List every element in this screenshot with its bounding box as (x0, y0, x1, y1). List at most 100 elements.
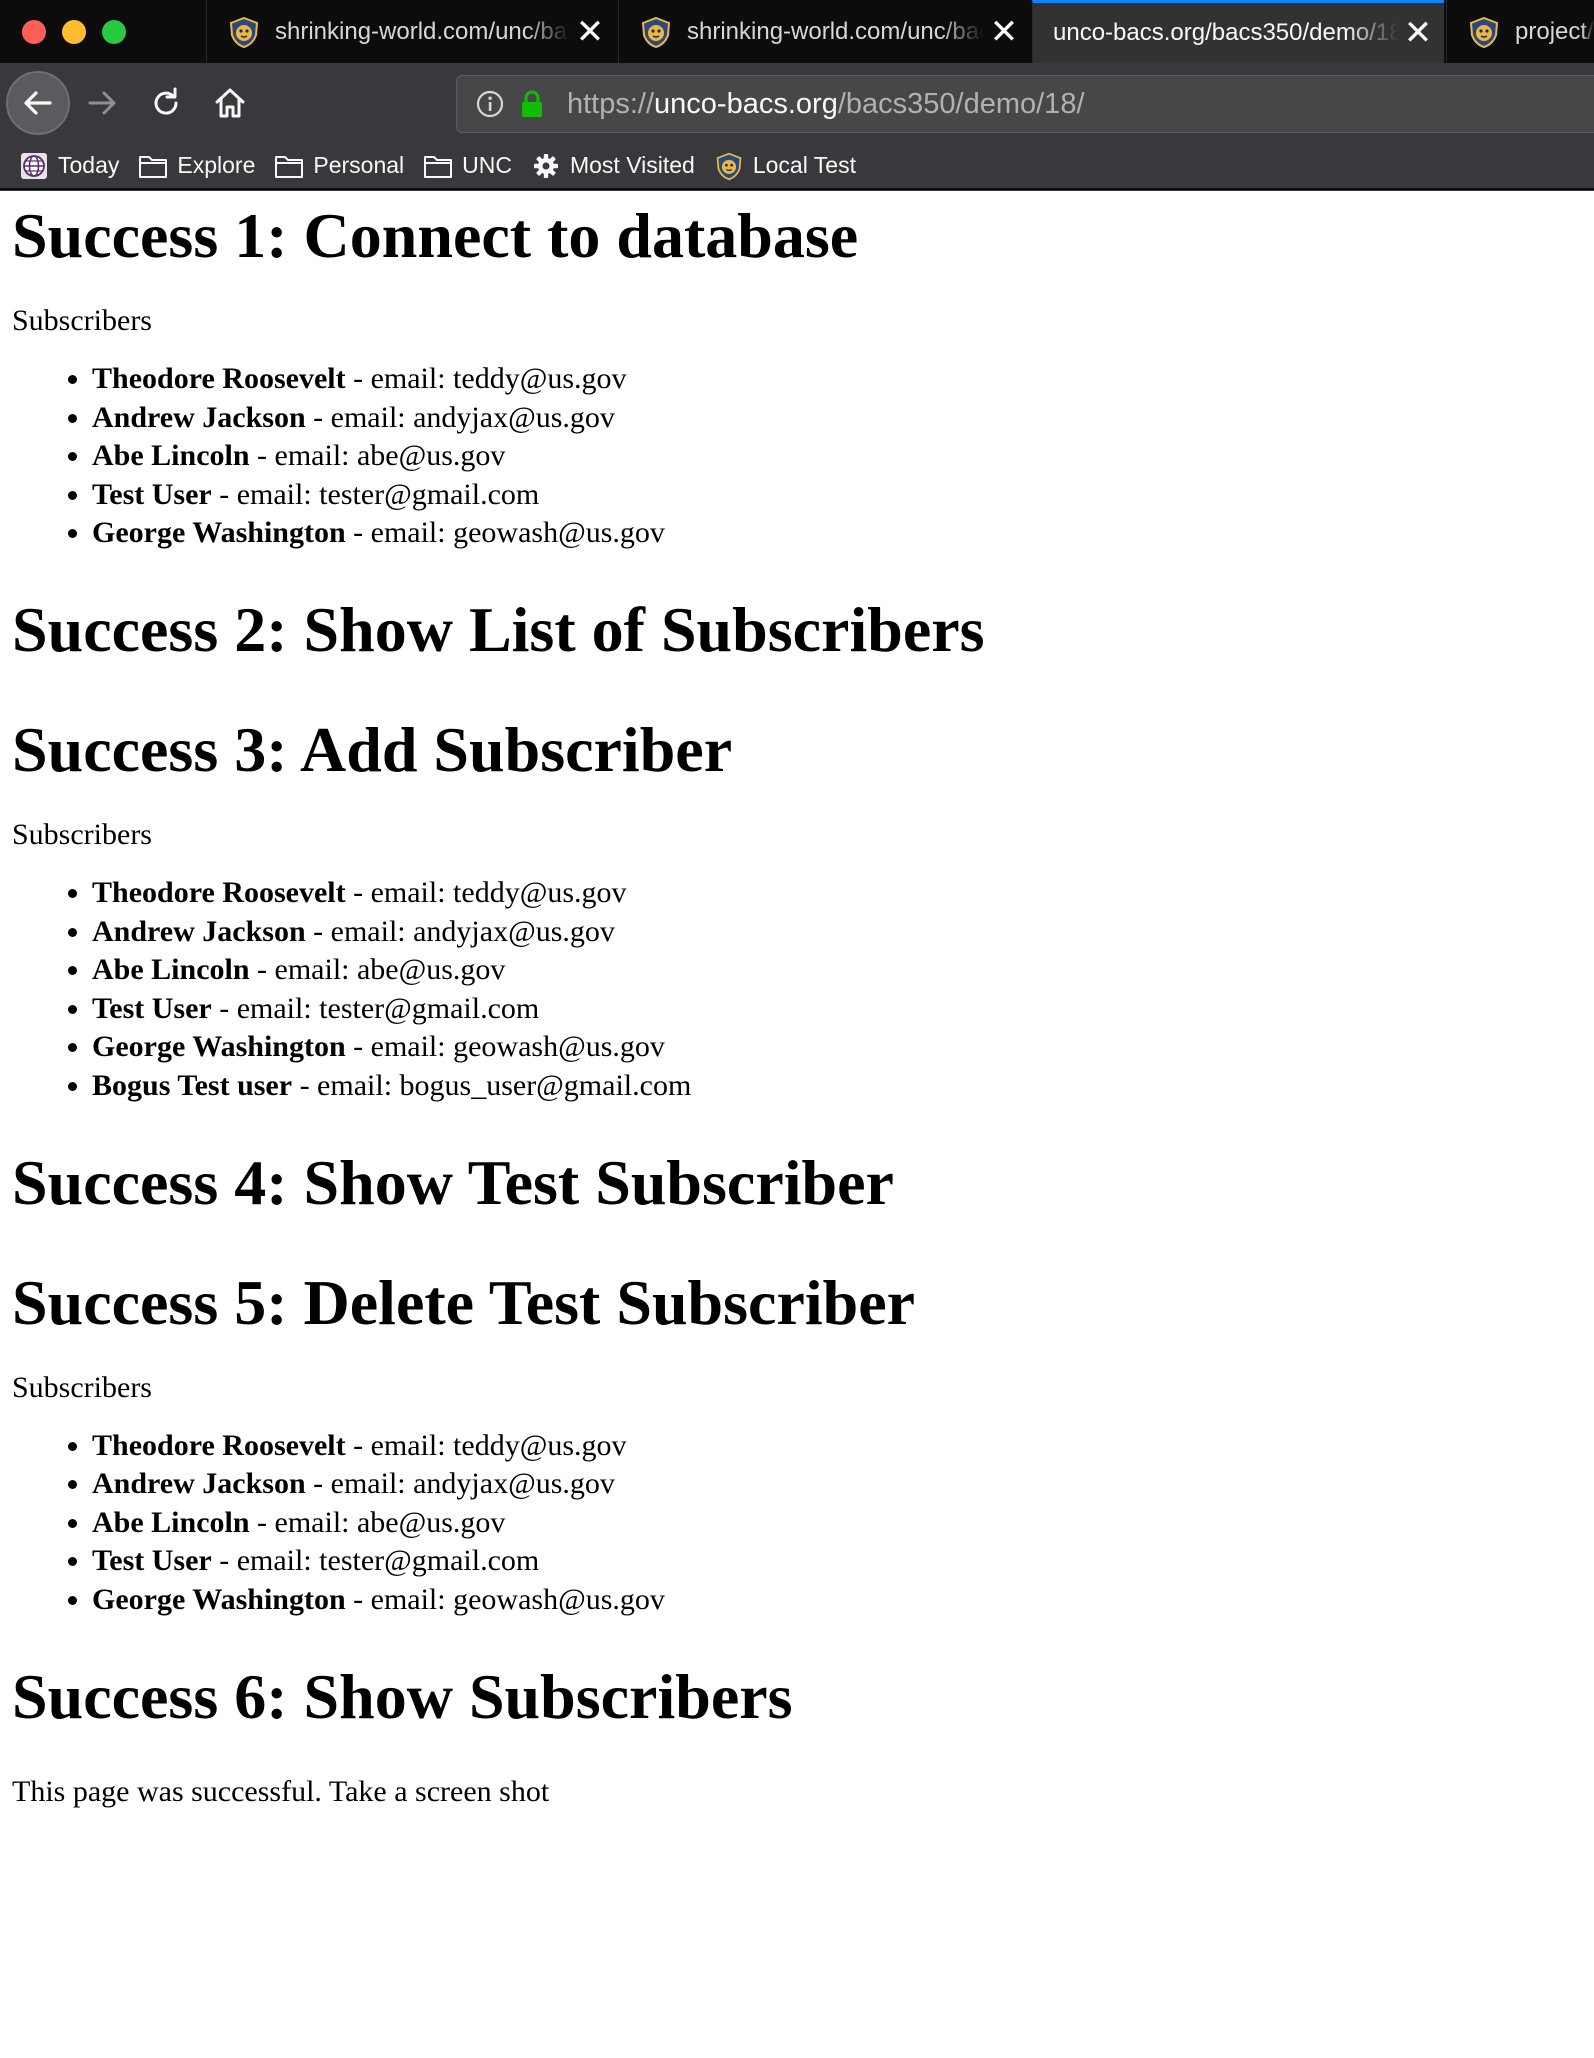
subscriber-email: - email: andyjax@us.gov (305, 400, 615, 434)
home-icon (215, 88, 245, 118)
subscriber-email: - email: abe@us.gov (249, 1505, 506, 1539)
list-item: Andrew Jackson - email: andyjax@us.gov (92, 913, 1582, 952)
bookmark-label: Most Visited (569, 152, 695, 178)
subscriber-name: Abe Lincoln (92, 953, 250, 987)
subscriber-email: - email: tester@gmail.com (211, 1544, 540, 1578)
heading-success-1: Success 1: Connect to database (12, 200, 859, 271)
subscriber-name: Andrew Jackson (92, 1467, 306, 1501)
tab-title: unco-bacs.org/bacs350/demo/18/ (1053, 19, 1398, 46)
back-button[interactable] (6, 71, 70, 135)
subscriber-name: Test User (92, 991, 212, 1025)
close-icon[interactable]: ✕ (1398, 16, 1438, 50)
bookmark-label: UNC (462, 152, 512, 178)
subscriber-name: Test User (92, 477, 212, 511)
address-bar[interactable]: https://unco-bacs.org/bacs350/demo/18/ (456, 75, 1594, 133)
folder-icon (275, 155, 304, 178)
list-item: George Washington - email: geowash@us.go… (92, 1028, 1582, 1067)
subscribers-label: Subscribers (12, 304, 152, 337)
bookmark-label: Local Test (752, 152, 856, 178)
list-item: Bogus Test user - email: bogus_user@gmai… (92, 1067, 1582, 1106)
close-window-button[interactable] (22, 20, 46, 44)
subscriber-email: - email: teddy@us.gov (345, 875, 627, 909)
close-icon[interactable]: ✕ (984, 15, 1024, 49)
subscribers-label: Subscribers (12, 1370, 152, 1404)
subscriber-email: - email: teddy@us.gov (345, 1428, 627, 1462)
info-icon[interactable] (475, 89, 505, 119)
page-content: Success 1: Connect to database Subscribe… (12, 192, 1582, 1807)
bear-icon (641, 16, 671, 48)
heading-success-6: Success 6: Show Subscribers (12, 1660, 793, 1732)
list-item: Theodore Roosevelt - email: teddy@us.gov (92, 874, 1582, 913)
home-button[interactable] (200, 73, 260, 133)
tab-3-active[interactable]: unco-bacs.org/bacs350/demo/18/ ✕ (1032, 0, 1444, 63)
folder-icon (139, 155, 168, 178)
bookmark-label: Explore (177, 152, 256, 178)
bookmark-explore[interactable]: Explore (137, 146, 255, 186)
subscriber-name: George Washington (92, 1030, 346, 1064)
subscriber-name: Andrew Jackson (92, 400, 306, 434)
url-text[interactable]: https://unco-bacs.org/bacs350/demo/18/ (567, 88, 1085, 121)
subscriber-list-1: Theodore Roosevelt - email: teddy@us.gov… (12, 360, 1582, 553)
subscribers-label: Subscribers (12, 817, 152, 851)
tab-strip: shrinking-world.com/unc/bacs350/ ✕ shrin… (0, 0, 1594, 63)
subscriber-email: - email: geowash@us.gov (345, 1030, 665, 1064)
forward-button[interactable] (72, 73, 132, 133)
subscriber-name: Theodore Roosevelt (92, 1428, 346, 1462)
minimize-window-button[interactable] (62, 20, 86, 44)
tab-2[interactable]: shrinking-world.com/unc/bacs350/ ✕ (618, 0, 1030, 63)
heading-success-3: Success 3: Add Subscriber (12, 713, 733, 785)
reload-button[interactable] (136, 73, 196, 133)
list-item: Test User - email: tester@gmail.com (92, 990, 1582, 1029)
list-item: Theodore Roosevelt - email: teddy@us.gov (92, 360, 1582, 399)
lock-icon[interactable] (519, 89, 545, 119)
subscriber-email: - email: abe@us.gov (249, 953, 506, 987)
close-icon[interactable]: ✕ (570, 15, 610, 49)
bookmark-local-test[interactable]: Local Test (713, 146, 856, 186)
subscriber-email: - email: tester@gmail.com (211, 477, 540, 511)
subscriber-email: - email: geowash@us.gov (345, 516, 665, 550)
subscriber-email: - email: geowash@us.gov (345, 1582, 665, 1616)
subscriber-name: Bogus Test user (92, 1068, 293, 1102)
list-item: Abe Lincoln - email: abe@us.gov (92, 437, 1582, 476)
bear-icon (1469, 16, 1499, 48)
folder-icon (424, 155, 453, 178)
bookmark-most-visited[interactable]: Most Visited (530, 146, 695, 186)
list-item: Andrew Jackson - email: andyjax@us.gov (92, 399, 1582, 438)
bookmark-personal[interactable]: Personal (273, 146, 404, 186)
heading-success-2: Success 2: Show List of Subscribers (12, 593, 985, 665)
subscriber-email: - email: tester@gmail.com (211, 991, 540, 1025)
subscriber-name: Theodore Roosevelt (92, 875, 346, 909)
subscriber-email: - email: abe@us.gov (249, 439, 506, 473)
subscriber-list-2: Theodore Roosevelt - email: teddy@us.gov… (12, 874, 1582, 1106)
subscriber-name: Andrew Jackson (92, 914, 306, 948)
list-item: Abe Lincoln - email: abe@us.gov (92, 1504, 1582, 1543)
bear-icon (229, 16, 259, 48)
url-scheme: https:// (567, 87, 655, 120)
globe-icon (21, 152, 47, 179)
reload-icon (154, 87, 178, 115)
list-item: Theodore Roosevelt - email: teddy@us.gov (92, 1427, 1582, 1466)
list-item: Andrew Jackson - email: andyjax@us.gov (92, 1465, 1582, 1504)
subscriber-email: - email: bogus_user@gmail.com (292, 1068, 692, 1102)
tab-1[interactable]: shrinking-world.com/unc/bacs350/ ✕ (206, 0, 616, 63)
zoom-window-button[interactable] (102, 20, 126, 44)
list-item: Test User - email: tester@gmail.com (92, 476, 1582, 515)
subscriber-list-3: Theodore Roosevelt - email: teddy@us.gov… (12, 1427, 1582, 1620)
browser-chrome: shrinking-world.com/unc/bacs350/ ✕ shrin… (0, 0, 1594, 191)
list-item: George Washington - email: geowash@us.go… (92, 514, 1582, 553)
url-host: unco-bacs.org (654, 87, 838, 120)
bookmark-today[interactable]: Today (18, 146, 119, 186)
list-item: George Washington - email: geowash@us.go… (92, 1581, 1582, 1620)
bear-icon (716, 152, 742, 180)
back-arrow-icon (24, 91, 52, 115)
subscriber-name: Theodore Roosevelt (92, 362, 346, 395)
bookmarks-toolbar: Today Explore Personal UNC Most Visited … (0, 143, 1594, 190)
tab-title: shrinking-world.com/unc/bacs350/ (275, 17, 570, 45)
bookmark-label: Personal (313, 152, 405, 178)
bookmark-label: Today (58, 152, 120, 178)
heading-success-4: Success 4: Show Test Subscriber (12, 1146, 894, 1218)
subscriber-name: Abe Lincoln (92, 1505, 250, 1539)
tab-4[interactable]: project/ (1446, 0, 1594, 63)
bookmark-unc[interactable]: UNC (422, 146, 512, 186)
subscriber-email: - email: andyjax@us.gov (305, 1467, 615, 1501)
